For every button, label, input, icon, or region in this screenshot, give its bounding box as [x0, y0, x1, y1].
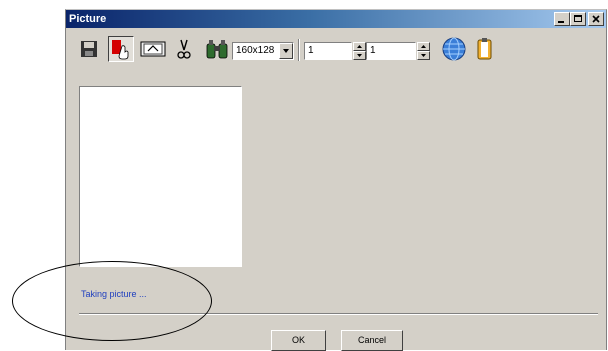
- cut-button[interactable]: [174, 36, 194, 62]
- clipboard-icon: [477, 38, 492, 60]
- caption-buttons: [554, 12, 604, 26]
- capture-icon: [112, 40, 129, 60]
- spin-field-1-value: 1: [308, 45, 314, 56]
- maximize-button[interactable]: [570, 12, 586, 26]
- ok-button[interactable]: OK: [271, 330, 326, 351]
- chevron-down-icon[interactable]: [279, 43, 293, 59]
- cut-icon: [177, 39, 191, 59]
- spin-up-icon[interactable]: [417, 42, 430, 51]
- title-bar: Picture: [66, 10, 606, 28]
- camera-button[interactable]: [138, 36, 168, 62]
- resolution-select[interactable]: 160x128: [232, 42, 294, 60]
- binoculars-icon: [206, 40, 228, 59]
- globe-icon: [442, 37, 466, 61]
- toolbar: 160x128 1 1: [66, 32, 606, 68]
- spin-up-icon[interactable]: [353, 42, 366, 51]
- status-text: Taking picture ...: [81, 289, 147, 299]
- spin-field-1-buttons[interactable]: [353, 42, 366, 60]
- cancel-button[interactable]: Cancel: [341, 330, 403, 351]
- capture-button[interactable]: [108, 36, 134, 62]
- window-title: Picture: [69, 13, 107, 25]
- picture-preview: [79, 86, 242, 267]
- save-icon: [81, 41, 97, 57]
- close-icon: [592, 15, 600, 23]
- close-button[interactable]: [588, 12, 604, 26]
- spin-down-icon[interactable]: [353, 51, 366, 60]
- globe-button[interactable]: [440, 36, 468, 62]
- spin-down-icon[interactable]: [417, 51, 430, 60]
- spin-field-1[interactable]: 1: [304, 42, 352, 60]
- toolbar-separator: [298, 39, 300, 61]
- divider: [79, 313, 598, 315]
- spin-field-2-buttons[interactable]: [417, 42, 430, 60]
- save-button[interactable]: [76, 36, 102, 62]
- resolution-value: 160x128: [236, 45, 275, 56]
- binoculars-button[interactable]: [204, 36, 230, 62]
- spin-field-2-value: 1: [370, 45, 376, 56]
- clipboard-button[interactable]: [474, 36, 496, 62]
- picture-window: Picture 160x128 1 1 Taking picture ... O…: [65, 9, 607, 351]
- camera-icon: [140, 41, 166, 57]
- spin-field-2[interactable]: 1: [366, 42, 416, 60]
- minimize-button[interactable]: [554, 12, 570, 26]
